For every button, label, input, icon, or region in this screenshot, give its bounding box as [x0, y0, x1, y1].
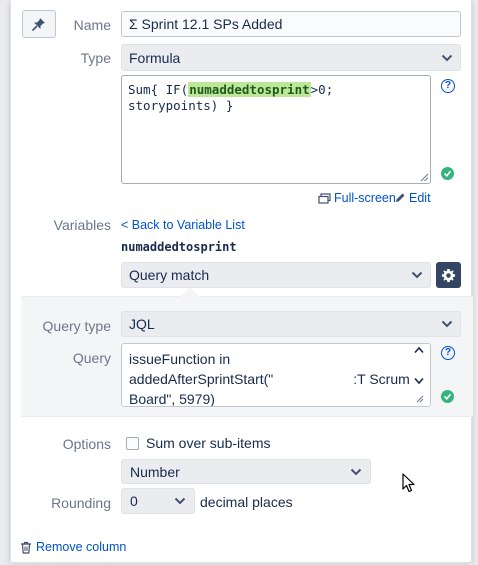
name-label: Name: [73, 17, 111, 33]
query-line-3: Board", 5979): [129, 391, 215, 407]
query-line-2: addedAfterSprintStart(":T Scrum: [129, 371, 410, 388]
variable-settings-button[interactable]: [436, 262, 461, 288]
edit-link[interactable]: Edit: [394, 191, 431, 205]
sum-over-subitems-label: Sum over sub-items: [146, 435, 271, 451]
mouse-cursor-icon: [402, 473, 415, 493]
gear-icon: [441, 268, 456, 282]
remove-column-label: Remove column: [36, 540, 127, 554]
type-label: Type: [80, 50, 111, 66]
variable-source-value: Query match: [129, 267, 210, 283]
remove-column-link[interactable]: Remove column: [20, 540, 126, 554]
query-label: Query: [72, 350, 111, 366]
variables-label: Variables: [53, 217, 111, 233]
rounding-value: 0: [130, 493, 138, 509]
formula-help-icon[interactable]: ?: [441, 79, 455, 93]
resize-handle-icon[interactable]: [415, 394, 424, 403]
pencil-icon: [396, 193, 405, 202]
sum-over-subitems-checkbox[interactable]: [126, 436, 139, 450]
rounding-select[interactable]: 0: [121, 488, 195, 514]
jql-query-input[interactable]: issueFunction in addedAfterSprintStart("…: [121, 343, 431, 407]
variable-name: numaddedtosprint: [121, 240, 237, 254]
formula-valid-check-icon: [441, 167, 454, 180]
scroll-down-icon[interactable]: [414, 377, 424, 385]
query-type-select[interactable]: JQL: [121, 311, 461, 337]
type-select[interactable]: Formula: [121, 44, 461, 71]
chevron-down-icon: [441, 54, 453, 61]
chevron-down-icon: [411, 271, 423, 279]
query-valid-check-icon: [441, 390, 454, 403]
query-line-1: issueFunction in: [129, 351, 231, 367]
number-format-value: Number: [130, 463, 180, 480]
redacted-text: [273, 373, 354, 388]
back-to-variable-list-link[interactable]: < Back to Variable List: [121, 218, 245, 232]
edit-link-label: Edit: [409, 191, 431, 205]
chevron-down-icon: [350, 468, 362, 475]
formula-variable-highlight: numaddedtosprint: [188, 82, 311, 97]
chevron-down-icon: [174, 497, 186, 505]
formula-prefix: Sum{ IF(: [128, 82, 189, 97]
number-format-select[interactable]: Number: [121, 459, 371, 484]
decimal-places-label: decimal places: [200, 494, 293, 510]
background-left-strip: [0, 0, 10, 565]
fullscreen-link-label: Full-screen: [334, 191, 396, 205]
resize-handle-icon[interactable]: [419, 172, 429, 182]
section-pointer-arrow: [179, 287, 201, 298]
variable-source-select[interactable]: Query match: [121, 262, 431, 288]
query-help-icon[interactable]: ?: [441, 346, 455, 360]
formula-editor[interactable]: Sum{ IF(numaddedtosprint>0; storypoints)…: [121, 75, 431, 184]
options-label: Options: [62, 436, 111, 452]
chevron-down-icon: [441, 320, 453, 328]
query-type-value: JQL: [129, 316, 155, 332]
fullscreen-link[interactable]: Full-screen: [318, 191, 396, 205]
query-type-label: Query type: [42, 318, 111, 334]
type-select-value: Formula: [129, 49, 181, 66]
background-right-strip: [472, 0, 478, 565]
trash-icon: [21, 541, 31, 554]
rounding-label: Rounding: [51, 495, 111, 511]
fullscreen-icon: [318, 192, 331, 204]
column-name-input[interactable]: Σ Sprint 12.1 SPs Added: [121, 11, 461, 37]
scroll-up-icon[interactable]: [414, 346, 424, 354]
sum-over-subitems-option[interactable]: Sum over sub-items: [126, 435, 270, 451]
